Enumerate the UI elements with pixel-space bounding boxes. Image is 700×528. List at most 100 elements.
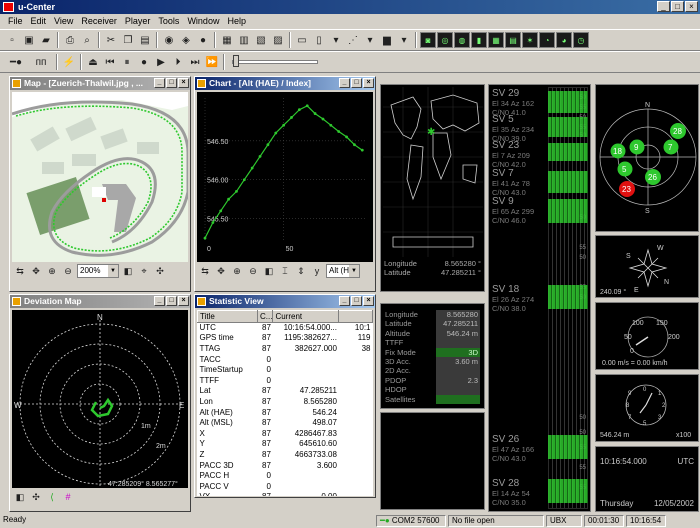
deviation-layers-icon[interactable]: ◧ [13,490,27,504]
map-zoom-in-icon[interactable]: ⊕ [45,264,59,278]
table-row[interactable]: UTC 87 10:16:54.000... 10:1 [198,323,373,334]
sky-plot[interactable]: N S 28 18 9 7 5 26 23 [596,85,698,231]
stat-col-extra[interactable] [338,310,373,323]
sky-sat-28[interactable]: 28 [670,123,686,139]
dropdown-c-icon[interactable]: ▾ [396,32,412,48]
table-view-icon[interactable]: ▦ [488,32,504,48]
print-preview-icon[interactable]: ⌕ [79,32,95,48]
chart-close-button[interactable]: × [363,78,374,88]
table-row[interactable]: X 87 4286467.83 [198,428,373,439]
table-row[interactable]: Alt (HAE) 87 546.24 [198,407,373,418]
dropdown-b-icon[interactable]: ▾ [362,32,378,48]
sky-sat-23[interactable]: 23 [619,181,635,197]
menu-help[interactable]: Help [227,14,246,28]
menu-tools[interactable]: Tools [158,14,179,28]
rewind-icon[interactable]: ⏮ [102,54,118,70]
deviation-tool-icon[interactable]: ⟨ [45,490,59,504]
open-folder-icon[interactable]: ▰ [38,32,54,48]
end-icon[interactable]: ⏩ [204,54,220,70]
menu-player[interactable]: Player [125,14,151,28]
map-minimize-button[interactable]: _ [154,78,165,88]
chart-axis-select[interactable]: Alt (HA [326,264,360,278]
deviation-close-button[interactable]: × [178,296,189,306]
sky-sat-5[interactable]: 5 [617,161,633,177]
table-row[interactable]: TACC 0 [198,354,373,365]
deviation-plot[interactable]: N W E 1m 2m 47.285209° 8.565277° [12,310,188,488]
map-maximize-button[interactable]: □ [166,78,177,88]
compass-view-icon[interactable]: ✶ [522,32,538,48]
histogram-icon[interactable]: ▆ [379,32,395,48]
deviation-grid-icon[interactable]: # [61,490,75,504]
doc-a-icon[interactable]: ▦ [219,32,235,48]
deviation-minimize-button[interactable]: _ [154,296,165,306]
print-icon[interactable]: ⎙ [62,32,78,48]
statistic-close-button[interactable]: × [363,296,374,306]
table-row[interactable]: Z 87 4663733.08 [198,450,373,461]
sky-sat-9[interactable]: 9 [629,139,645,155]
playback-slider-thumb[interactable] [233,55,239,67]
map-zoom-select[interactable]: 200% [77,264,119,278]
console-icon[interactable]: ▭ [294,32,310,48]
doc-d-icon[interactable]: ▨ [270,32,286,48]
clock-view-icon[interactable]: ◷ [573,32,589,48]
speed-view-icon[interactable]: ◔ [539,32,555,48]
fast-forward-icon[interactable]: ⏭ [187,54,203,70]
sky-sat-18[interactable]: 18 [610,143,626,159]
sky-sat-7[interactable]: 7 [663,139,679,155]
statistic-maximize-button[interactable]: □ [351,296,362,306]
table-row[interactable]: Lon 87 8.565280 [198,397,373,408]
chart-plot[interactable]: 546.50 546.00 545.50 0 50 [197,92,373,262]
table-row[interactable]: TTFF 0 [198,375,373,386]
step-icon[interactable]: ⏵ [170,54,186,70]
world-view-icon[interactable]: ◙ [420,32,436,48]
sky-sat-26[interactable]: 26 [645,169,661,185]
stat-col-count[interactable]: C... [256,310,274,323]
menu-file[interactable]: File [8,14,23,28]
chart-zoom-out-icon[interactable]: ⊖ [246,264,260,278]
map-center-icon[interactable]: ⌖ [137,264,151,278]
chart-arrow-icon[interactable]: ⇆ [198,264,212,278]
chart-layers-icon[interactable]: ◧ [262,264,276,278]
deviation-view-icon[interactable]: ◍ [454,32,470,48]
chart-y-icon[interactable]: y [310,264,324,278]
table-row[interactable]: Y 87 645610.60 [198,439,373,450]
table-row[interactable]: PACC V 0 [198,481,373,492]
minimize-button[interactable]: _ [657,1,670,12]
close-button[interactable]: × [685,1,698,12]
map-close-button[interactable]: × [178,78,189,88]
sky-view-icon[interactable]: ◎ [437,32,453,48]
world-map[interactable]: ✱ [383,87,483,257]
map-fit-icon[interactable]: ✣ [153,264,167,278]
table-row[interactable]: VX870.00 [198,492,373,496]
pause-icon[interactable]: ⏸ [119,54,135,70]
table-row[interactable]: TTAG 87 382627.000 38 [198,344,373,355]
map-image[interactable] [12,92,188,262]
new-icon[interactable]: ▫ [4,32,20,48]
chart-axis-icon[interactable]: ⇕ [294,264,308,278]
table-row[interactable]: PACC H 0 [198,471,373,482]
table-row[interactable]: Alt (MSL) 87 498.07 [198,418,373,429]
stat-col-current[interactable]: Current [272,310,340,323]
record-icon[interactable]: ● [195,32,211,48]
chart-maximize-button[interactable]: □ [351,78,362,88]
chart-cursor-icon[interactable]: ⌶ [278,264,292,278]
menu-receiver[interactable]: Receiver [81,14,117,28]
save-icon[interactable]: ▣ [21,32,37,48]
deviation-fit-icon[interactable]: ✣ [29,490,43,504]
chart-view-icon[interactable]: ⋰ [345,32,361,48]
table-row[interactable]: PACC 3D 87 3.600 [198,460,373,471]
table-row[interactable]: GPS time 87 1195:382627... 119 [198,333,373,344]
data-view-icon[interactable]: ▤ [505,32,521,48]
signal-view-icon[interactable]: ▮ [471,32,487,48]
menu-view[interactable]: View [54,14,73,28]
maximize-button[interactable]: □ [671,1,684,12]
chart-move-icon[interactable]: ✥ [214,264,228,278]
deviation-maximize-button[interactable]: □ [166,296,177,306]
menu-edit[interactable]: Edit [31,14,47,28]
playback-slider[interactable] [232,55,318,67]
play-icon[interactable]: ▶ [153,54,169,70]
dropdown-a-icon[interactable]: ▾ [328,32,344,48]
table-row[interactable]: Lat 87 47.285211 [198,386,373,397]
alt-view-icon[interactable]: ◕ [556,32,572,48]
connect-icon[interactable]: ━● [4,54,28,70]
